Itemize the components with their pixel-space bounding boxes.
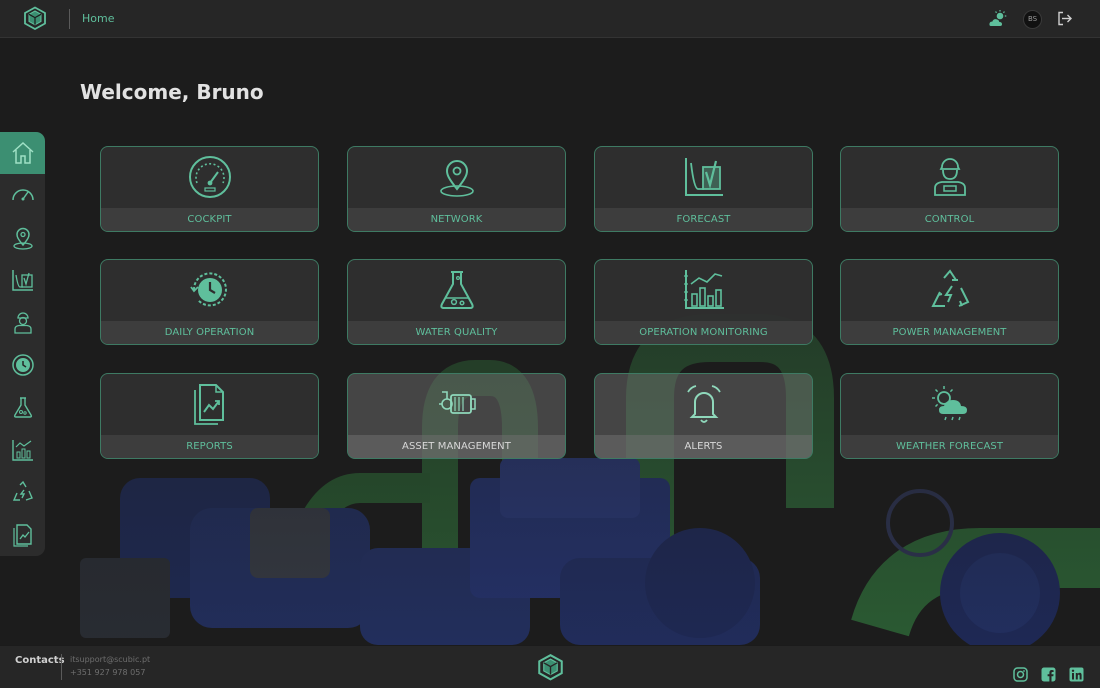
map-pin-icon (12, 227, 33, 250)
sidebar-item-home[interactable] (0, 132, 45, 174)
operator-icon (13, 312, 32, 334)
card-control[interactable]: CONTROL (840, 146, 1059, 232)
card-label: CONTROL (841, 208, 1058, 231)
page-title: Welcome, Bruno (80, 80, 264, 104)
weather-icon[interactable] (988, 9, 1008, 29)
contacts-label: Contacts (15, 655, 65, 666)
sidebar-item-daily-operation[interactable] (0, 344, 45, 386)
card-cockpit[interactable]: COCKPIT (100, 146, 319, 232)
card-asset-management[interactable]: ASSET MANAGEMENT (347, 373, 566, 459)
card-alerts[interactable]: ALERTS (594, 373, 813, 459)
card-power-management[interactable]: POWER MANAGEMENT (840, 259, 1059, 345)
contact-email[interactable]: itsupport@scubic.pt (70, 655, 150, 664)
card-reports[interactable]: REPORTS (100, 373, 319, 459)
speedometer-icon (11, 189, 34, 201)
breadcrumb-home[interactable]: Home (82, 12, 114, 25)
chart-check-icon (684, 158, 723, 196)
card-weather-forecast[interactable]: WEATHER FORECAST (840, 373, 1059, 459)
top-bar: Home BS (0, 0, 1100, 38)
footer: Contacts itsupport@scubic.pt +351 927 97… (0, 646, 1100, 688)
card-label: WATER QUALITY (348, 321, 565, 344)
clock-history-icon (11, 354, 34, 376)
facebook-icon[interactable] (1041, 667, 1056, 682)
header-divider (69, 9, 70, 29)
card-label: ALERTS (595, 435, 812, 458)
sidebar-item-cockpit[interactable] (0, 174, 45, 216)
card-network[interactable]: NETWORK (347, 146, 566, 232)
report-icon (193, 384, 224, 425)
card-label: FORECAST (595, 208, 812, 231)
logout-icon[interactable] (1056, 10, 1073, 27)
user-avatar[interactable]: BS (1023, 10, 1042, 29)
speedometer-icon (188, 156, 231, 198)
clock-history-icon (189, 272, 227, 307)
card-label: WEATHER FORECAST (841, 435, 1058, 458)
card-label: POWER MANAGEMENT (841, 321, 1058, 344)
card-forecast[interactable]: FORECAST (594, 146, 813, 232)
map-pin-icon (439, 160, 474, 197)
recycle-power-icon (930, 269, 969, 307)
card-daily-operation[interactable]: DAILY OPERATION (100, 259, 319, 345)
sidebar-item-water-quality[interactable] (0, 386, 45, 428)
recycle-power-icon (12, 481, 33, 501)
card-label: REPORTS (101, 435, 318, 458)
card-label: COCKPIT (101, 208, 318, 231)
chart-check-icon (11, 270, 33, 291)
card-water-quality[interactable]: WATER QUALITY (347, 259, 566, 345)
card-label: NETWORK (348, 208, 565, 231)
sidebar-item-control[interactable] (0, 302, 45, 344)
pump-icon (438, 391, 476, 414)
contact-phone: +351 927 978 057 (70, 668, 146, 677)
card-operation-monitoring[interactable]: OPERATION MONITORING (594, 259, 813, 345)
card-label: OPERATION MONITORING (595, 321, 812, 344)
flask-icon (13, 397, 32, 419)
home-icon (11, 141, 34, 164)
card-label: DAILY OPERATION (101, 321, 318, 344)
operator-icon (933, 158, 966, 196)
card-label: ASSET MANAGEMENT (348, 435, 565, 458)
weather-icon (931, 386, 967, 421)
sidebar-item-network[interactable] (0, 217, 45, 259)
logo-icon[interactable] (23, 6, 47, 30)
bar-chart-icon (683, 270, 724, 309)
footer-divider (61, 654, 62, 680)
linkedin-icon[interactable] (1069, 667, 1084, 682)
instagram-icon[interactable] (1013, 667, 1028, 682)
sidebar-item-reports[interactable] (0, 514, 45, 556)
sidebar-item-operation-monitoring[interactable] (0, 429, 45, 471)
sidebar (0, 132, 45, 556)
bell-alert-icon (686, 385, 721, 423)
flask-icon (439, 271, 474, 309)
logo-icon (538, 654, 563, 681)
sidebar-item-forecast[interactable] (0, 259, 45, 301)
bar-chart-icon (11, 439, 33, 461)
sidebar-item-power-management[interactable] (0, 471, 45, 513)
report-icon (12, 523, 32, 547)
